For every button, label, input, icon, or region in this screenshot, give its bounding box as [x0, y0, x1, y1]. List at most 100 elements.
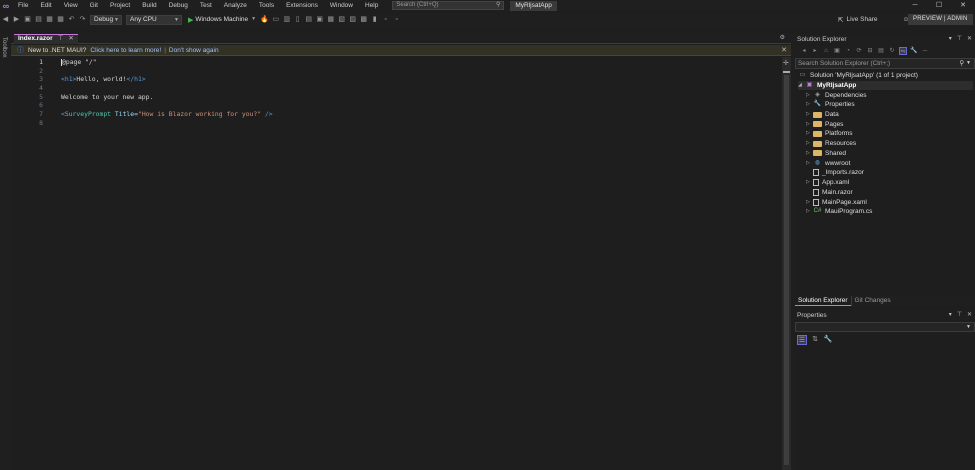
property-pages-icon[interactable]: 🔧	[823, 335, 833, 345]
expand-arrow-icon[interactable]: ▷	[806, 120, 813, 129]
expand-arrow-icon[interactable]: ▷	[806, 207, 813, 216]
sync-icon[interactable]: ⟳	[855, 47, 863, 55]
save-icon[interactable]: ▦	[45, 15, 54, 24]
menu-item-analyze[interactable]: Analyze	[218, 0, 253, 11]
home-icon[interactable]: ⌂	[822, 47, 830, 55]
back-icon[interactable]: ◂	[800, 47, 808, 55]
forward-icon[interactable]: ▸	[811, 47, 819, 55]
close-icon[interactable]: ✕	[967, 35, 972, 44]
expand-arrow-icon[interactable]: ▷	[806, 139, 813, 148]
tree-item-main-razor[interactable]: Main.razor	[806, 188, 853, 197]
menu-item-edit[interactable]: Edit	[34, 0, 57, 11]
tree-item-platforms[interactable]: ▷ Platforms	[806, 129, 852, 138]
pin-icon[interactable]: ⊤	[58, 35, 64, 44]
tree-item-dependencies[interactable]: ▷ ◈ Dependencies	[806, 91, 867, 100]
tree-item-pages[interactable]: ▷ Pages	[806, 120, 843, 129]
maximize-icon[interactable]: ☐	[927, 0, 951, 11]
run-target-button[interactable]: Windows Machine	[195, 16, 248, 23]
code-line[interactable]: 3 <h1>Hello, world!</h1>	[11, 75, 782, 84]
code-line[interactable]: 4	[11, 84, 782, 93]
tree-item-shared[interactable]: ▷ Shared	[806, 149, 846, 158]
properties-object-dropdown[interactable]: ▼	[795, 322, 975, 332]
toolbar-icon[interactable]: ▫	[392, 15, 401, 24]
configuration-dropdown[interactable]: Debug ▼	[90, 14, 122, 25]
hot-reload-icon[interactable]: 🔥	[260, 15, 269, 24]
toolbar-icon[interactable]: ▣	[315, 15, 324, 24]
chevron-down-icon[interactable]: ▼	[966, 59, 971, 68]
run-icon[interactable]: ▶	[188, 16, 193, 24]
pin-icon[interactable]: ⊤	[957, 311, 962, 320]
menu-item-tools[interactable]: Tools	[253, 0, 280, 11]
preview-selected-icon[interactable]: ⇋	[899, 47, 907, 55]
toolbox-sidebar[interactable]: Toolbox	[0, 33, 10, 470]
code-line[interactable]: 7 <SurveyPrompt Title="How is Blazor work…	[11, 110, 782, 119]
forward-icon[interactable]: ▶	[12, 15, 21, 24]
tree-item-wwwroot[interactable]: ▷ ◍ wwwroot	[806, 159, 850, 168]
expand-arrow-icon[interactable]: ▷	[806, 91, 813, 100]
tree-item-resources[interactable]: ▷ Resources	[806, 139, 856, 148]
solution-node[interactable]: ▭ Solution 'MyRljsatApp' (1 of 1 project…	[798, 71, 918, 80]
expand-arrow-icon[interactable]: ▷	[806, 100, 813, 109]
open-icon[interactable]: ▤	[34, 15, 43, 24]
tab-solution-explorer[interactable]: Solution Explorer	[795, 296, 851, 306]
show-all-files-icon[interactable]: ▤	[877, 47, 885, 55]
new-project-icon[interactable]: ▣	[23, 15, 32, 24]
menu-item-debug[interactable]: Debug	[163, 0, 194, 11]
tree-item-data[interactable]: ▷ Data	[806, 110, 839, 119]
expand-arrow-icon[interactable]: ▷	[806, 178, 813, 187]
learn-more-link[interactable]: Click here to learn more!	[90, 47, 161, 54]
menu-item-project[interactable]: Project	[104, 0, 136, 11]
code-editor[interactable]: 1 @page "/" 2 3 <h1>Hello, world!</h1> 4 5 Welc…	[11, 57, 782, 470]
menu-item-build[interactable]: Build	[136, 0, 162, 11]
chevron-down-icon[interactable]: ▼	[249, 15, 258, 24]
close-tab-icon[interactable]: ✕	[68, 35, 73, 44]
expand-arrow-icon[interactable]: ▷	[806, 149, 813, 158]
tab-index-razor[interactable]: Index.razor ⊤ ✕	[14, 34, 78, 44]
chevron-down-icon[interactable]: ▾	[949, 311, 952, 320]
menu-item-test[interactable]: Test	[194, 0, 218, 11]
expand-arrow-icon[interactable]: ▷	[806, 159, 813, 168]
code-line[interactable]: 5 Welcome to your new app.	[11, 93, 782, 102]
more-icon[interactable]: ─	[921, 47, 929, 55]
tree-item-app-xaml[interactable]: ▷ App.xaml	[806, 178, 849, 187]
undo-icon[interactable]: ↶	[67, 15, 76, 24]
toolbar-icon[interactable]: ▦	[326, 15, 335, 24]
menu-item-git[interactable]: Git	[84, 0, 104, 11]
code-line[interactable]: 1 @page "/"	[11, 58, 782, 67]
tree-item-imports-razor[interactable]: _Imports.razor	[806, 168, 864, 177]
expand-arrow-icon[interactable]: ▷	[806, 198, 813, 207]
menu-item-view[interactable]: View	[58, 0, 84, 11]
close-icon[interactable]: ✕	[781, 46, 787, 54]
code-line[interactable]: 8	[11, 119, 782, 128]
refresh-icon[interactable]: ↻	[888, 47, 896, 55]
pending-changes-icon[interactable]: ◔	[844, 47, 852, 55]
close-window-icon[interactable]: ✕	[951, 0, 975, 11]
search-input[interactable]: Search (Ctrl+Q) ⚲	[392, 1, 505, 10]
expanded-icon[interactable]: ◢	[798, 81, 805, 90]
expand-arrow-icon[interactable]: ▷	[806, 110, 813, 119]
minimize-icon[interactable]: ─	[903, 0, 927, 11]
categorized-icon[interactable]: ☰	[797, 335, 807, 345]
properties-icon[interactable]: 🔧	[910, 47, 918, 55]
redo-icon[interactable]: ↷	[78, 15, 87, 24]
tree-item-mainpage-xaml[interactable]: ▷ MainPage.xaml	[806, 198, 867, 207]
menu-item-file[interactable]: File	[12, 0, 34, 11]
split-icon[interactable]: ✛	[783, 59, 789, 67]
chevron-down-icon[interactable]: ▾	[949, 35, 952, 44]
scrollbar-track[interactable]	[784, 75, 789, 465]
live-share-button[interactable]: ⇱ Live Share ☺	[838, 13, 909, 26]
project-node[interactable]: ◢ ▣ MyRljsatApp	[798, 80, 973, 90]
pin-icon[interactable]: ⊤	[957, 35, 962, 44]
toolbar-icon[interactable]: ▧	[337, 15, 346, 24]
solution-search-input[interactable]: Search Solution Explorer (Ctrl+;) ⚲ ▼	[795, 58, 975, 69]
toolbar-icon[interactable]: ▨	[348, 15, 357, 24]
menu-item-help[interactable]: Help	[359, 0, 384, 11]
bookmark-icon[interactable]: ▮	[370, 15, 379, 24]
switch-views-icon[interactable]: ▣	[833, 47, 841, 55]
gear-icon[interactable]: ⚙	[780, 34, 785, 41]
tree-item-mauiprogram-cs[interactable]: ▷ C# MauiProgram.cs	[806, 207, 872, 216]
toolbar-icon[interactable]: ▥	[282, 15, 291, 24]
dont-show-again-link[interactable]: Don't show again	[169, 47, 219, 54]
toolbar-icon[interactable]: ▩	[359, 15, 368, 24]
expand-arrow-icon[interactable]: ▷	[806, 129, 813, 138]
